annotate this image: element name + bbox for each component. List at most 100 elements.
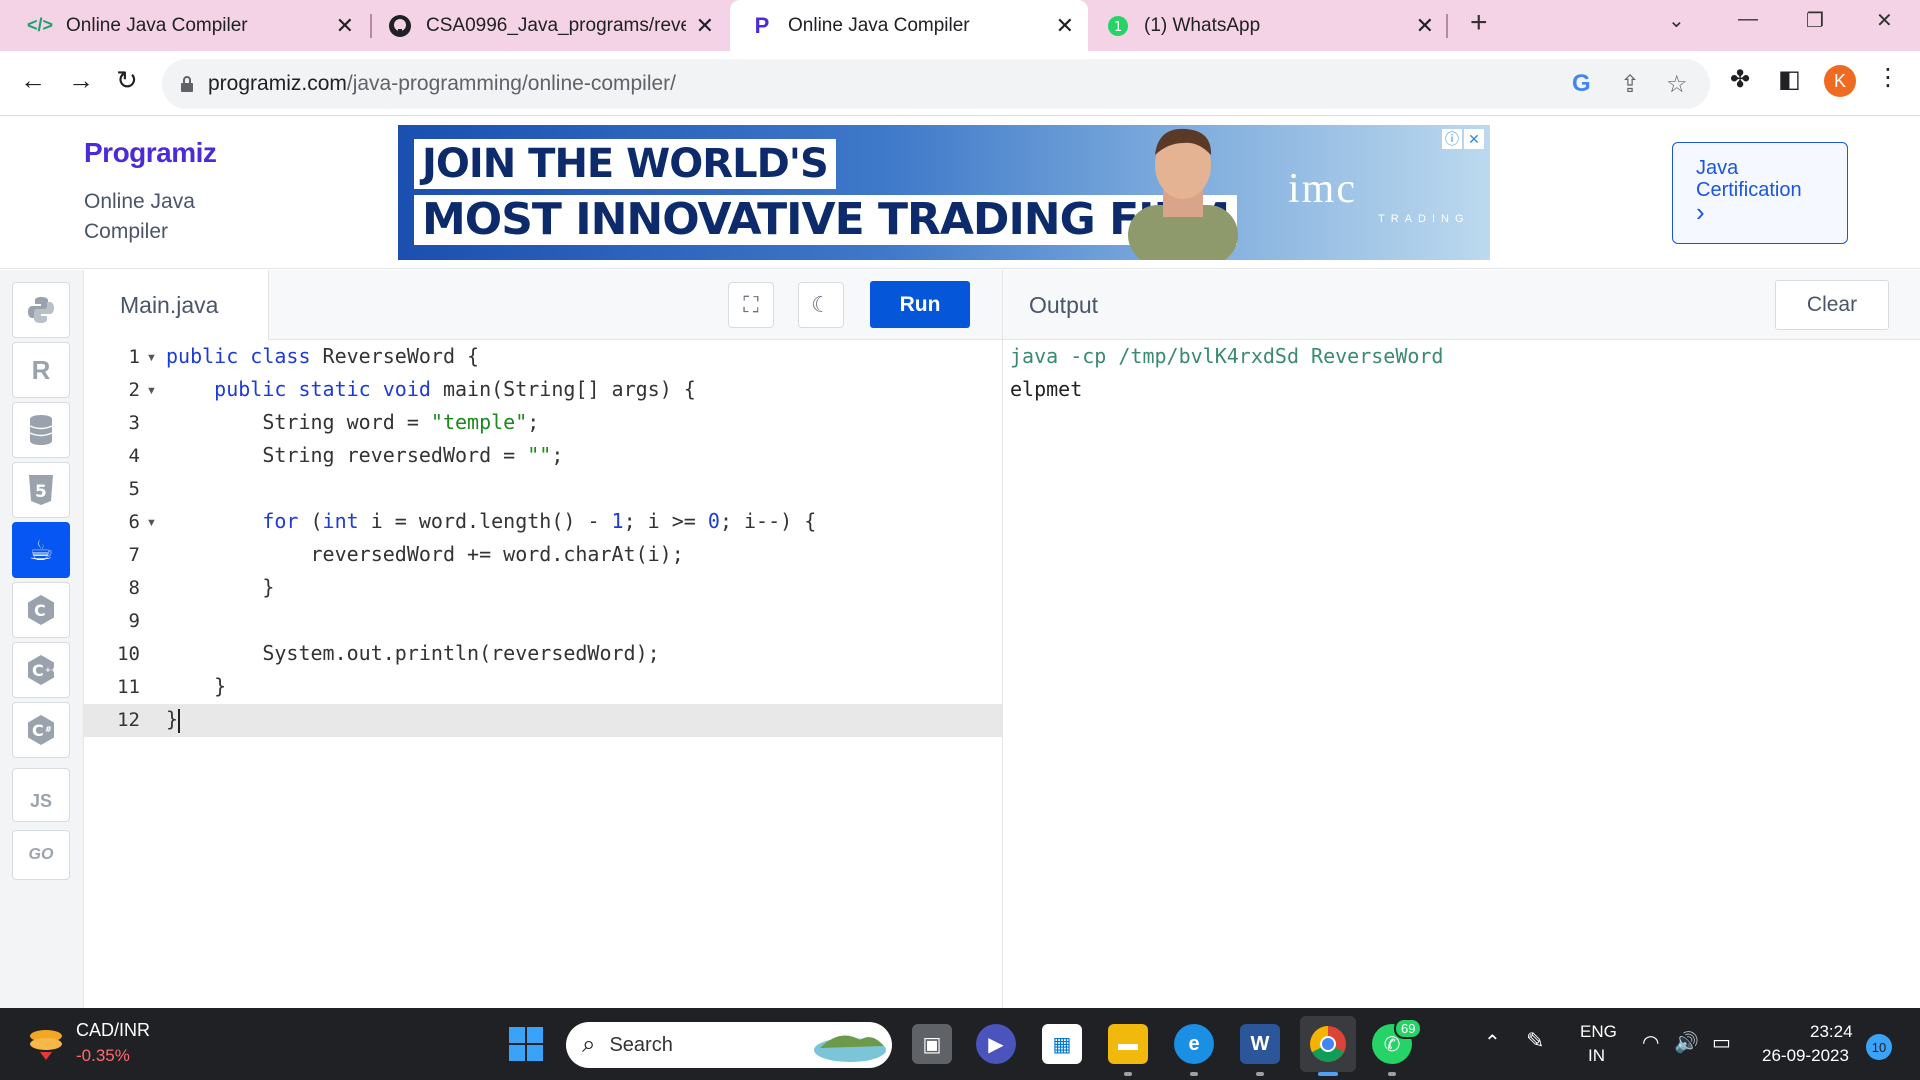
- menu-kebab-icon[interactable]: ⋮: [1876, 63, 1900, 92]
- code-line: }: [166, 707, 181, 733]
- java-certification-button[interactable]: Java Certification ›: [1672, 142, 1848, 244]
- windows-start-icon[interactable]: [508, 1026, 544, 1062]
- close-window-icon[interactable]: ✕: [1876, 8, 1893, 33]
- chevron-up-icon[interactable]: ⌃: [1484, 1030, 1501, 1055]
- site-header: Programiz Online Java Compiler JOIN THE …: [0, 117, 1920, 269]
- bookmark-star-icon[interactable]: ☆: [1666, 70, 1688, 99]
- chrome-taskbar-button[interactable]: [1300, 1016, 1356, 1072]
- clear-button[interactable]: Clear: [1775, 280, 1889, 330]
- code-line: String word = "temple";: [166, 410, 540, 434]
- new-tab-icon[interactable]: +: [1470, 6, 1488, 40]
- file-tab-main[interactable]: Main.java: [84, 270, 269, 340]
- extensions-puzzle-icon[interactable]: ✤: [1730, 65, 1750, 94]
- taskbar-search[interactable]: ⌕ Search: [566, 1022, 892, 1068]
- clock-time[interactable]: 23:24: [1810, 1022, 1853, 1042]
- line-number: 2: [128, 379, 140, 401]
- tab-title: Online Java Compiler: [788, 14, 970, 36]
- code-line: public static void main(String[] args) {: [214, 377, 696, 401]
- volume-icon[interactable]: 🔊: [1674, 1030, 1699, 1055]
- back-arrow-icon[interactable]: ←: [20, 67, 46, 93]
- ad-close-icon[interactable]: ✕: [1464, 129, 1484, 149]
- lang-cpp-button[interactable]: C ++: [12, 642, 70, 698]
- fold-arrow-icon[interactable]: ▼: [146, 385, 157, 397]
- lang-sql-button[interactable]: [12, 402, 70, 458]
- svg-text:++: ++: [45, 666, 56, 674]
- avatar[interactable]: K: [1824, 65, 1856, 97]
- js-icon: JS: [29, 790, 53, 811]
- line-number: 1: [128, 346, 140, 368]
- programiz-icon: P: [754, 12, 770, 38]
- pen-icon[interactable]: ✎: [1526, 1028, 1544, 1054]
- code-line: reversedWord += word.charAt(i);: [166, 542, 684, 566]
- teams-chat-icon[interactable]: ▶: [976, 1024, 1016, 1064]
- close-tab-icon[interactable]: ✕: [336, 13, 354, 39]
- svg-text:C: C: [32, 721, 44, 740]
- file-explorer-icon[interactable]: ▬: [1108, 1024, 1148, 1064]
- lang-r-button[interactable]: R: [12, 342, 70, 398]
- advertisement-banner[interactable]: JOIN THE WORLD'S MOST INNOVATIVE TRADING…: [398, 125, 1490, 260]
- go-icon: GO: [28, 846, 54, 863]
- line-number: 4: [128, 445, 140, 467]
- ad-brand-sub: TRADING: [1378, 213, 1470, 225]
- clock-date[interactable]: 26-09-2023: [1762, 1046, 1849, 1066]
- active-line-highlight: [84, 704, 1002, 737]
- line-number: 6: [128, 511, 140, 533]
- code-line: for (int i = word.length() - 1; i >= 0; …: [262, 509, 817, 533]
- reload-icon[interactable]: ↻: [116, 67, 138, 93]
- notification-badge[interactable]: 10: [1866, 1034, 1892, 1060]
- language-line-2[interactable]: IN: [1588, 1046, 1605, 1066]
- ad-info-icon[interactable]: ⓘ: [1442, 129, 1462, 149]
- programiz-logo[interactable]: Programiz: [84, 137, 217, 169]
- language-line-1[interactable]: ENG: [1580, 1022, 1617, 1042]
- browser-tab-3[interactable]: P Online Java Compiler ✕: [730, 0, 1088, 51]
- dark-mode-moon-icon[interactable]: ☾: [798, 282, 844, 328]
- microsoft-store-icon[interactable]: ▦: [1042, 1024, 1082, 1064]
- browser-tab-1[interactable]: </> Online Java Compiler ✕: [14, 0, 368, 51]
- lang-js-button[interactable]: JS: [12, 768, 70, 822]
- code-line: public class ReverseWord {: [166, 344, 480, 368]
- task-view-icon[interactable]: ▣: [912, 1024, 952, 1064]
- code-editor[interactable]: 1 ▼ 2 ▼ 3 4 5 6 ▼ 7 8 9 10 11 12 public …: [84, 340, 1002, 1008]
- whatsapp-badge: 69: [1394, 1018, 1423, 1039]
- lang-python-button[interactable]: [12, 282, 70, 338]
- browser-tab-2[interactable]: CSA0996_Java_programs/reversi ✕: [374, 0, 728, 51]
- wifi-icon[interactable]: ◠: [1642, 1030, 1659, 1055]
- fold-arrow-icon[interactable]: ▼: [146, 352, 157, 364]
- output-title: Output: [1029, 291, 1099, 318]
- close-tab-icon[interactable]: ✕: [1056, 13, 1074, 39]
- ad-controls: ⓘ ✕: [1442, 129, 1484, 149]
- tab-title: (1) WhatsApp: [1144, 14, 1261, 36]
- output-panel[interactable]: java -cp /tmp/bvlK4rxdSd ReverseWord elp…: [1002, 340, 1920, 1008]
- tab-search-chevron-icon[interactable]: ⌄: [1668, 8, 1685, 33]
- chrome-icon: [1310, 1026, 1346, 1062]
- lang-csharp-button[interactable]: C #: [12, 702, 70, 758]
- address-bar[interactable]: programiz.com/java-programming/online-co…: [162, 59, 1710, 109]
- browser-tab-4[interactable]: 1 (1) WhatsApp ✕: [1094, 0, 1448, 51]
- svg-text:#: #: [45, 725, 52, 734]
- minimize-icon[interactable]: —: [1738, 8, 1758, 31]
- r-icon: R: [31, 354, 51, 385]
- google-icon[interactable]: G: [1572, 70, 1591, 98]
- lang-go-button[interactable]: GO: [12, 830, 70, 880]
- fullscreen-icon[interactable]: ⛶: [728, 282, 774, 328]
- share-icon[interactable]: ⇪: [1620, 70, 1640, 99]
- python-icon: [28, 297, 54, 323]
- battery-icon[interactable]: ▭: [1712, 1030, 1731, 1055]
- svg-text:5: 5: [35, 482, 47, 502]
- close-tab-icon[interactable]: ✕: [696, 13, 714, 39]
- browser-toolbar: ← → ↻ programiz.com/java-programming/onl…: [0, 51, 1920, 116]
- word-icon[interactable]: W: [1240, 1024, 1280, 1064]
- side-panel-icon[interactable]: ◧: [1778, 65, 1801, 94]
- lang-html-button[interactable]: 5: [12, 462, 70, 518]
- lang-c-button[interactable]: C: [12, 582, 70, 638]
- run-button[interactable]: Run: [870, 281, 970, 328]
- line-number: 3: [128, 412, 140, 434]
- line-number: 8: [128, 577, 140, 599]
- stock-ticker-icon[interactable]: [26, 1024, 66, 1064]
- lang-java-button[interactable]: ☕: [12, 522, 70, 578]
- fold-arrow-icon[interactable]: ▼: [146, 517, 157, 529]
- restore-icon[interactable]: ❐: [1806, 8, 1824, 33]
- edge-browser-icon[interactable]: e: [1174, 1024, 1214, 1064]
- forward-arrow-icon[interactable]: →: [68, 67, 94, 93]
- close-tab-icon[interactable]: ✕: [1416, 13, 1434, 39]
